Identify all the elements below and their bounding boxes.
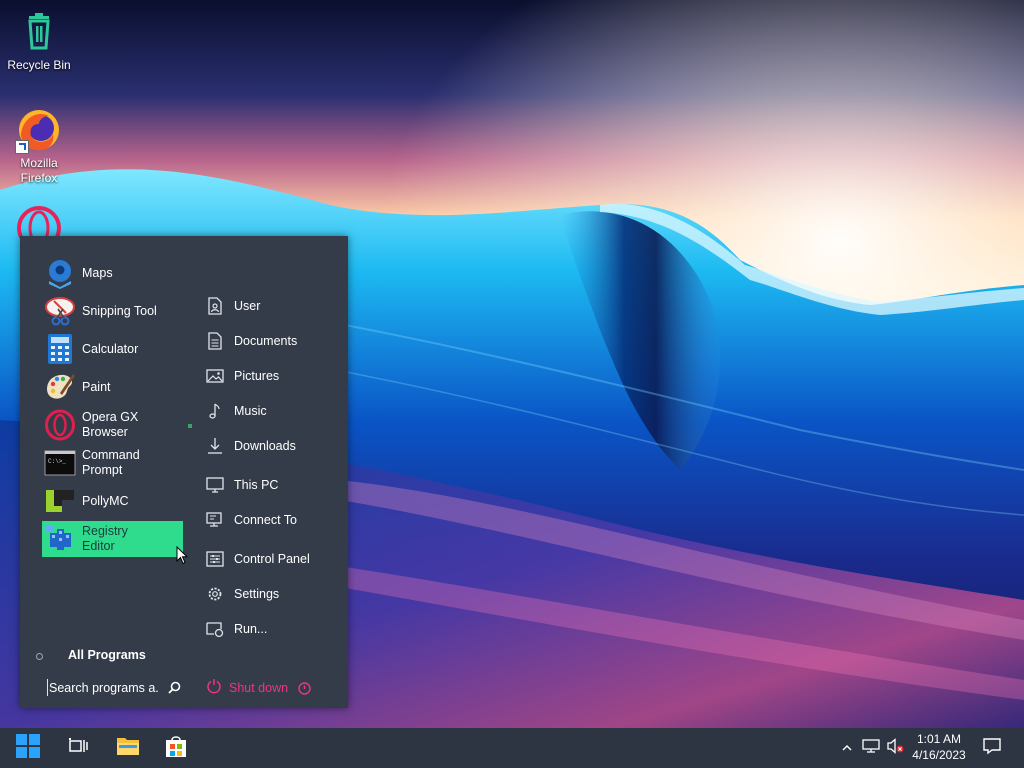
place-item-documents[interactable]: Documents	[206, 326, 346, 356]
settings-gear-icon	[206, 585, 224, 603]
pollymc-icon	[44, 485, 76, 517]
network-icon	[862, 738, 880, 759]
mouse-cursor-icon	[176, 545, 189, 570]
shutdown-button[interactable]: Shut down	[206, 678, 288, 697]
documents-icon	[206, 332, 224, 350]
shutdown-options-button[interactable]	[298, 682, 311, 700]
search-box[interactable]	[46, 676, 186, 700]
opera-gx-icon	[44, 409, 76, 441]
place-item-label: Documents	[234, 334, 298, 348]
place-item-label: User	[234, 299, 261, 313]
place-item-label: Settings	[234, 587, 280, 601]
place-item-music[interactable]: Music	[206, 396, 346, 426]
text-caret	[47, 679, 48, 696]
folder-icon	[116, 735, 140, 762]
shutdown-label: Shut down	[229, 680, 289, 695]
search-icon[interactable]	[168, 681, 181, 699]
windows-logo-icon	[16, 733, 40, 763]
all-programs-button[interactable]: All Programs	[68, 648, 146, 662]
shortcut-arrow-icon	[15, 140, 29, 154]
user-file-icon	[206, 297, 224, 315]
snipping-tool-icon	[44, 295, 76, 327]
command-prompt-icon: C:\>_	[44, 447, 76, 479]
place-item-label: Music	[234, 404, 267, 418]
place-item-label: Downloads	[234, 439, 296, 453]
place-item-label: Run...	[234, 622, 268, 636]
registry-editor-icon	[44, 523, 76, 555]
calculator-icon	[44, 333, 76, 365]
notification-icon	[983, 737, 1001, 760]
app-item-label: Opera GX Browser	[82, 410, 139, 439]
app-item-paint[interactable]: Paint	[42, 369, 183, 405]
firefox-icon	[15, 106, 63, 154]
store-button[interactable]	[154, 728, 198, 768]
action-center-button[interactable]	[978, 728, 1006, 768]
place-item-label: This PC	[234, 478, 279, 492]
pictures-icon	[206, 367, 224, 385]
power-icon	[206, 678, 222, 697]
maps-icon	[44, 257, 76, 289]
run-icon	[206, 620, 224, 638]
desktop-icon-label: Mozilla Firefox	[20, 156, 58, 185]
place-item-pictures[interactable]: Pictures	[206, 361, 346, 391]
all-programs-arrow-icon	[36, 653, 43, 660]
app-item-pollymc[interactable]: PollyMC	[42, 483, 183, 519]
recycle-bin-icon	[15, 8, 63, 56]
app-item-maps[interactable]: Maps	[42, 255, 183, 291]
paint-icon	[44, 371, 76, 403]
taskbar: 1:01 AM 4/16/2023	[0, 728, 1024, 768]
desktop-icon-recycle-bin[interactable]: Recycle Bin	[1, 8, 77, 73]
app-item-label: Command Prompt	[82, 448, 140, 477]
this-pc-icon	[206, 476, 224, 494]
store-bag-icon	[164, 734, 188, 763]
show-hidden-icons-button[interactable]	[838, 728, 856, 768]
task-view-button[interactable]	[56, 728, 100, 768]
task-view-icon	[68, 737, 88, 760]
svg-text:C:\>_: C:\>_	[48, 458, 66, 465]
downloads-icon	[206, 437, 224, 455]
music-icon	[206, 402, 224, 420]
app-item-label: Snipping Tool	[82, 303, 157, 318]
control-panel-icon	[206, 550, 224, 568]
clock[interactable]: 1:01 AM 4/16/2023	[900, 731, 978, 763]
place-item-user[interactable]: User	[206, 291, 346, 321]
search-input[interactable]	[49, 676, 159, 700]
place-item-this-pc[interactable]: This PC	[206, 470, 346, 500]
place-item-label: Control Panel	[234, 552, 310, 566]
app-item-label: Paint	[82, 379, 111, 394]
submenu-arrow-icon	[188, 424, 192, 428]
clock-date: 4/16/2023	[912, 748, 966, 762]
app-item-registry-editor[interactable]: Registry Editor	[42, 521, 183, 557]
desktop-icon-label: Recycle Bin	[7, 58, 71, 72]
app-item-label: Maps	[82, 265, 113, 280]
clock-time: 1:01 AM	[916, 732, 962, 746]
connect-to-icon	[206, 511, 224, 529]
place-item-label: Pictures	[234, 369, 280, 383]
network-status-button[interactable]	[860, 728, 882, 768]
app-item-label: Registry Editor	[82, 524, 128, 553]
start-menu: Maps Snipping Tool Calculator Paint Oper…	[20, 236, 348, 708]
place-item-connect-to[interactable]: Connect To	[206, 505, 346, 535]
chevron-up-icon	[842, 739, 852, 757]
app-item-snipping-tool[interactable]: Snipping Tool	[42, 293, 183, 329]
app-item-label: Calculator	[82, 341, 139, 356]
place-item-downloads[interactable]: Downloads	[206, 431, 346, 461]
app-item-opera-gx[interactable]: Opera GX Browser	[42, 407, 183, 443]
app-item-calculator[interactable]: Calculator	[42, 331, 183, 367]
app-item-command-prompt[interactable]: C:\>_ Command Prompt	[42, 445, 183, 481]
app-item-label: PollyMC	[82, 493, 129, 508]
place-item-settings[interactable]: Settings	[206, 579, 346, 609]
place-item-run[interactable]: Run...	[206, 614, 346, 644]
file-explorer-button[interactable]	[106, 728, 150, 768]
desktop-icon-firefox[interactable]: Mozilla Firefox	[1, 106, 77, 186]
place-item-label: Connect To	[234, 513, 298, 527]
start-button[interactable]	[6, 728, 50, 768]
place-item-control-panel[interactable]: Control Panel	[206, 544, 346, 574]
